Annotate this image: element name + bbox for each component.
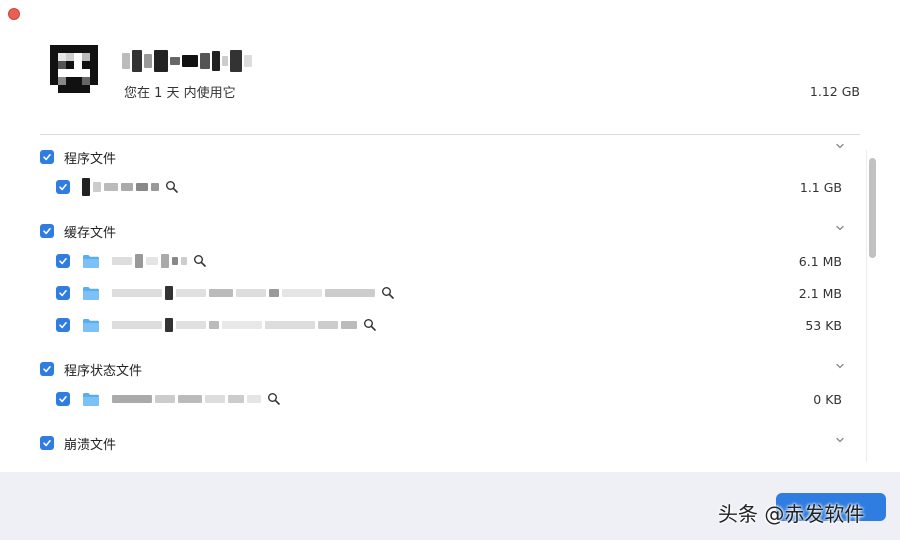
folder-icon [83, 318, 99, 332]
file-name-redacted [112, 286, 375, 300]
folder-icon [83, 254, 99, 268]
file-name-redacted [82, 178, 159, 196]
file-name-redacted [112, 254, 187, 268]
usage-text: 您在 1 天 内使用它 [124, 86, 236, 101]
group-label: 程序状态文件 [64, 363, 143, 379]
checkbox-checked-icon[interactable] [56, 392, 70, 406]
checkbox-checked-icon[interactable] [56, 254, 70, 268]
file-name-redacted [112, 318, 357, 332]
chevron-down-icon[interactable] [834, 360, 846, 372]
watermark-text: 头条 @赤发软件 [718, 502, 865, 526]
checkbox-checked-icon[interactable] [56, 318, 70, 332]
total-size: 1.12 GB [809, 84, 860, 99]
file-name-redacted [112, 395, 261, 403]
file-size: 53 KB [805, 317, 842, 333]
chevron-down-icon[interactable] [834, 434, 846, 446]
magnifier-icon[interactable] [363, 318, 377, 332]
list-item[interactable]: 1.1 GB [56, 175, 860, 199]
scrollbar-thumb[interactable] [869, 158, 876, 258]
header-divider [40, 134, 860, 135]
list-item[interactable]: 2.1 MB [56, 281, 860, 305]
file-size: 0 KB [813, 391, 842, 407]
checkbox-checked-icon[interactable] [56, 180, 70, 194]
checkbox-checked-icon[interactable] [40, 224, 54, 238]
list-item[interactable]: 53 KB [56, 313, 860, 337]
magnifier-icon[interactable] [267, 392, 281, 406]
group-app-state-files[interactable]: 程序状态文件 [40, 358, 860, 380]
group-label: 程序文件 [64, 151, 117, 167]
group-label: 缓存文件 [64, 225, 117, 241]
magnifier-icon[interactable] [165, 180, 179, 194]
checkbox-checked-icon[interactable] [40, 436, 54, 450]
file-size: 6.1 MB [798, 253, 842, 269]
chevron-down-icon[interactable] [834, 222, 846, 234]
magnifier-icon[interactable] [381, 286, 395, 300]
folder-icon [83, 286, 99, 300]
file-size: 1.1 GB [799, 179, 842, 195]
checkbox-checked-icon[interactable] [40, 362, 54, 376]
window-close-button[interactable] [8, 8, 20, 20]
chevron-down-icon[interactable] [834, 140, 846, 152]
group-crash-files[interactable]: 崩溃文件 [40, 432, 860, 454]
group-label: 崩溃文件 [64, 437, 117, 453]
file-list: 程序文件 1.1 GB 缓存文件 6.1 MB 2.1 MB 53 KB 程序状… [40, 140, 860, 462]
list-item[interactable]: 6.1 MB [56, 249, 860, 273]
checkbox-checked-icon[interactable] [40, 150, 54, 164]
group-program-files[interactable]: 程序文件 [40, 143, 860, 168]
group-cache-files[interactable]: 缓存文件 [40, 220, 860, 242]
file-size: 2.1 MB [798, 285, 842, 301]
folder-icon [83, 392, 99, 406]
magnifier-icon[interactable] [193, 254, 207, 268]
list-item[interactable]: 0 KB [56, 387, 860, 411]
app-name-redacted [122, 44, 262, 78]
checkbox-checked-icon[interactable] [56, 286, 70, 300]
app-icon [50, 45, 98, 93]
